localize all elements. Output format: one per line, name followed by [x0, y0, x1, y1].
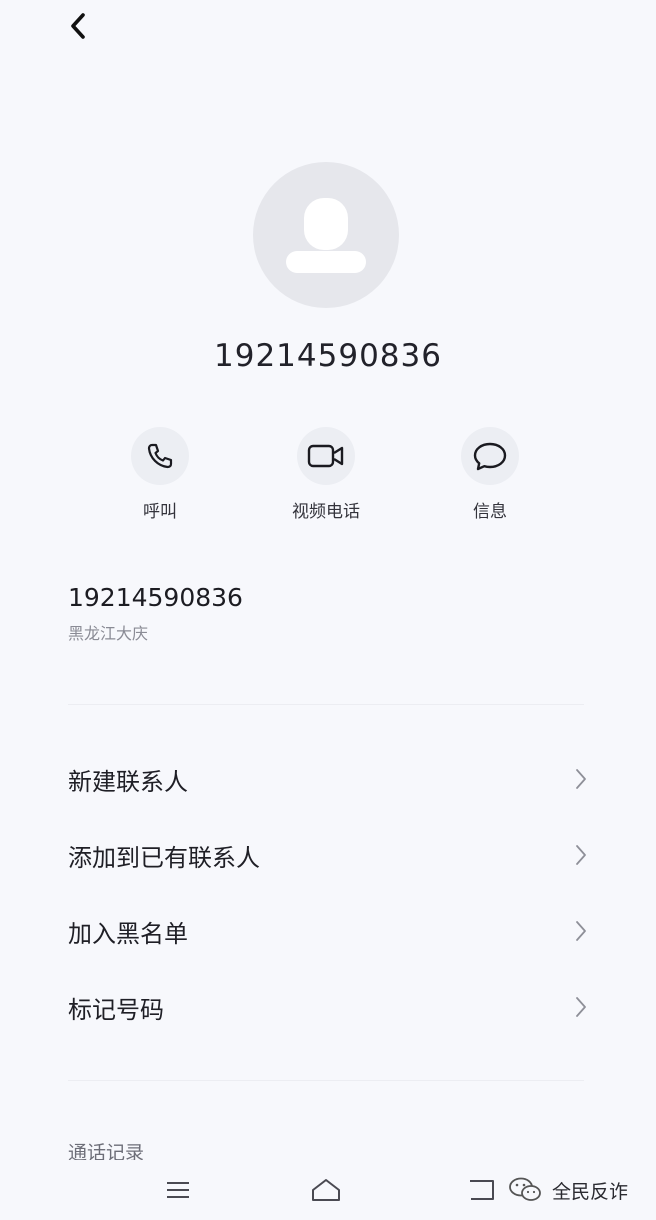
new-contact-item[interactable]: 新建联系人 — [68, 751, 588, 807]
phone-icon — [147, 443, 173, 469]
chevron-left-icon — [71, 13, 85, 39]
return-icon — [470, 1180, 494, 1200]
call-label: 呼叫 — [143, 502, 177, 522]
divider — [68, 704, 584, 705]
message-label: 信息 — [473, 502, 507, 522]
mark-number-label: 标记号码 — [68, 995, 164, 1024]
watermark: 全民反诈 — [508, 1176, 628, 1204]
home-icon — [312, 1179, 340, 1201]
add-to-existing-contact-label: 添加到已有联系人 — [68, 843, 260, 872]
message-bubble-icon — [473, 442, 507, 471]
wechat-logo-icon — [509, 1177, 541, 1201]
message-button[interactable]: 信息 — [430, 427, 550, 522]
add-to-blacklist-label: 加入黑名单 — [68, 919, 188, 948]
video-call-button-circle — [297, 427, 355, 485]
contact-number-title: 19214590836 — [214, 338, 442, 374]
watermark-text: 全民反诈 — [552, 1180, 629, 1203]
person-placeholder-icon — [286, 198, 366, 273]
call-button[interactable]: 呼叫 — [100, 427, 220, 522]
menu-nav-button[interactable] — [158, 1174, 198, 1206]
chevron-right-icon — [576, 769, 586, 789]
video-camera-icon — [307, 444, 344, 468]
video-call-button[interactable]: 视频电话 — [266, 427, 386, 522]
avatar — [253, 162, 399, 308]
mark-number-item[interactable]: 标记号码 — [68, 979, 588, 1035]
number-location: 黑龙江大庆 — [68, 624, 149, 643]
call-log-title: 通话记录 — [68, 1142, 145, 1160]
back-nav-button[interactable] — [462, 1174, 502, 1206]
call-button-circle — [131, 427, 189, 485]
message-button-circle — [461, 427, 519, 485]
add-to-existing-contact-item[interactable]: 添加到已有联系人 — [68, 827, 588, 883]
chevron-right-icon — [576, 921, 586, 941]
chevron-right-icon — [576, 845, 586, 865]
home-nav-button[interactable] — [306, 1174, 346, 1206]
phone-number[interactable]: 19214590836 — [68, 583, 243, 612]
video-call-label: 视频电话 — [292, 502, 360, 522]
new-contact-label: 新建联系人 — [68, 767, 188, 796]
divider — [68, 1080, 584, 1081]
chevron-right-icon — [576, 997, 586, 1017]
back-button[interactable] — [60, 8, 96, 44]
hamburger-icon — [167, 1182, 189, 1198]
add-to-blacklist-item[interactable]: 加入黑名单 — [68, 903, 588, 959]
